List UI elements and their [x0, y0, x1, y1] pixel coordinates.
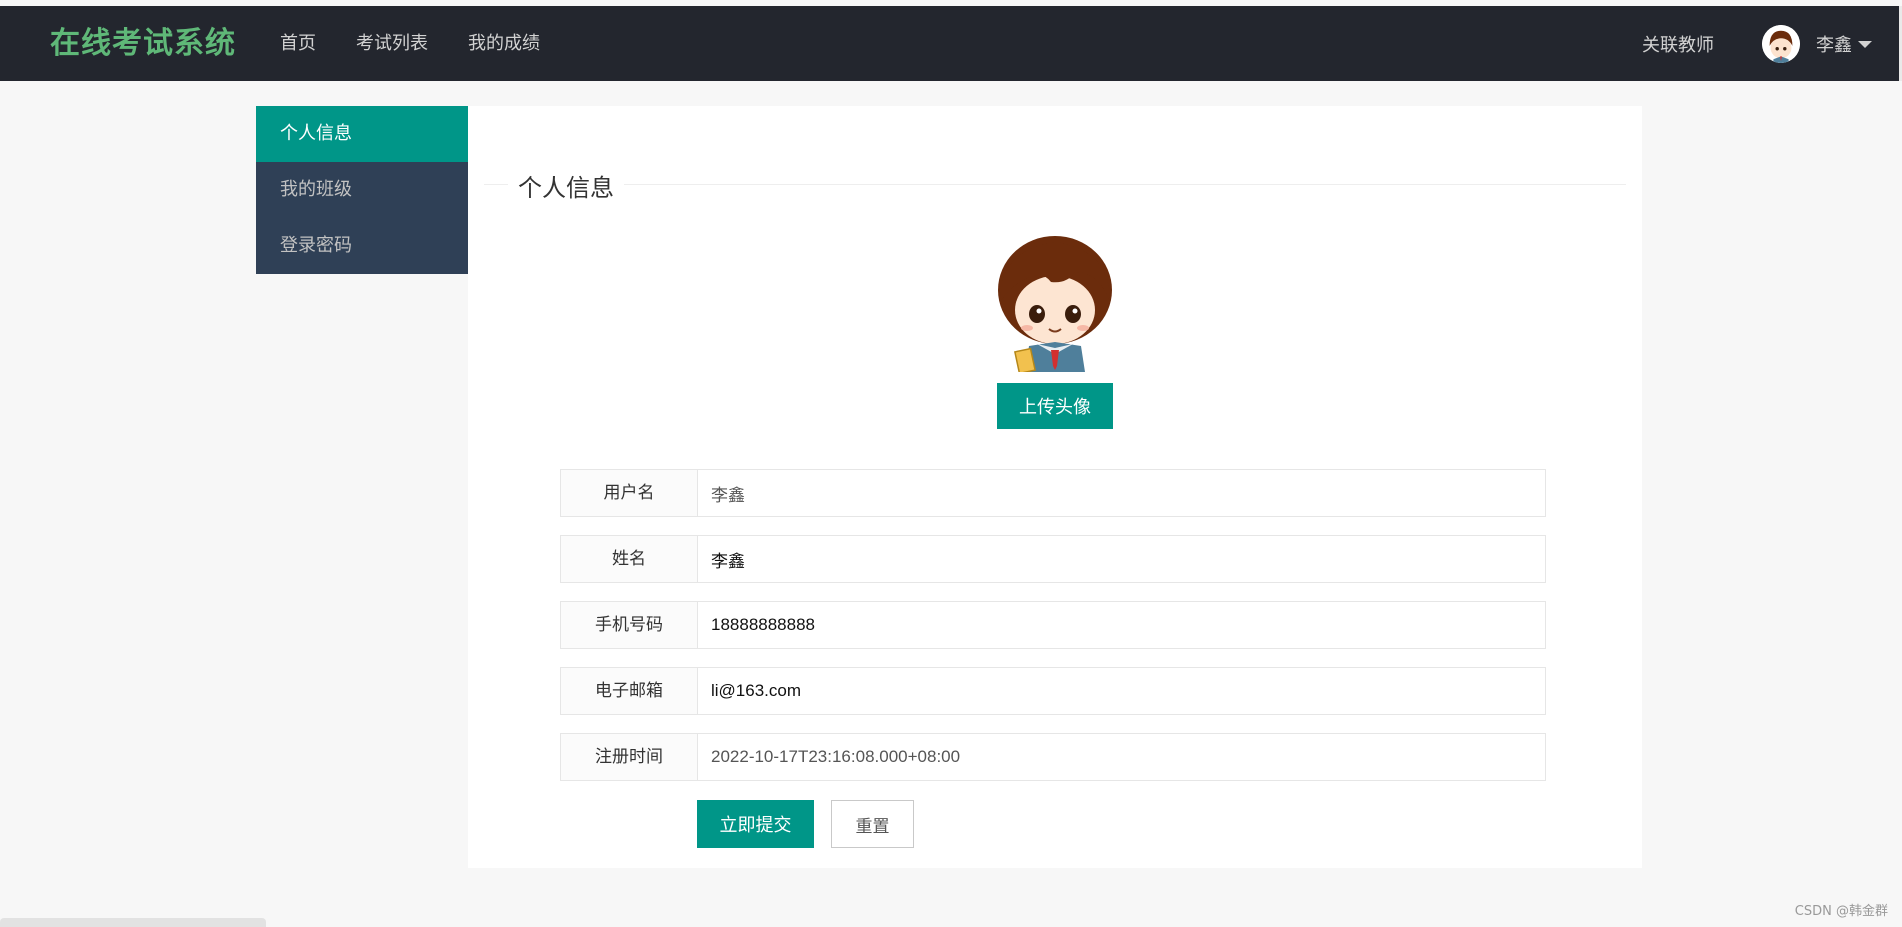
app-logo[interactable]: 在线考试系统	[50, 6, 236, 81]
profile-sidebar: 个人信息 我的班级 登录密码	[256, 106, 468, 274]
username-field[interactable]	[697, 469, 1546, 517]
user-menu[interactable]: 李鑫	[1762, 24, 1872, 63]
sidebar-item-login-password[interactable]: 登录密码	[256, 218, 468, 274]
nav-my-scores[interactable]: 我的成绩	[448, 6, 560, 81]
form-row-username: 用户名	[560, 469, 1546, 517]
watermark: CSDN @韩金群	[1794, 904, 1888, 919]
upload-avatar-button[interactable]: 上传头像	[997, 383, 1113, 429]
email-label: 电子邮箱	[560, 667, 697, 715]
register-time-label: 注册时间	[560, 733, 697, 781]
form-row-phone: 手机号码	[560, 601, 1546, 649]
form-row-register-time: 注册时间	[560, 733, 1546, 781]
link-teacher[interactable]: 关联教师	[1642, 31, 1714, 57]
section-title: 个人信息	[508, 168, 624, 203]
profile-card: 个人信息 上传头像 用户名 姓名	[468, 106, 1642, 868]
email-field[interactable]	[697, 667, 1546, 715]
top-navbar: 在线考试系统 首页 考试列表 我的成绩 关联教师 李鑫	[0, 6, 1902, 81]
reset-button[interactable]: 重置	[831, 800, 914, 848]
user-avatar-icon	[1762, 24, 1800, 63]
main-nav: 首页 考试列表 我的成绩	[260, 6, 560, 81]
header-right: 关联教师 李鑫	[1642, 6, 1872, 81]
form-row-email: 电子邮箱	[560, 667, 1546, 715]
horizontal-scrollbar[interactable]	[0, 918, 266, 927]
username-label: 用户名	[560, 469, 697, 517]
nav-home[interactable]: 首页	[260, 6, 336, 81]
sidebar-item-personal-info[interactable]: 个人信息	[256, 106, 468, 162]
form-row-name: 姓名	[560, 535, 1546, 583]
name-field[interactable]	[697, 535, 1546, 583]
sidebar-item-my-class[interactable]: 我的班级	[256, 162, 468, 218]
user-name: 李鑫	[1816, 34, 1852, 56]
phone-field[interactable]	[697, 601, 1546, 649]
nav-exam-list[interactable]: 考试列表	[336, 6, 448, 81]
chevron-down-icon	[1858, 41, 1872, 48]
register-time-field[interactable]	[697, 733, 1546, 781]
name-label: 姓名	[560, 535, 697, 583]
form-actions: 立即提交 重置	[697, 800, 914, 848]
profile-form: 用户名 姓名 手机号码 电子邮箱 注册时间	[560, 469, 1546, 799]
section-divider	[484, 184, 1626, 185]
phone-label: 手机号码	[560, 601, 697, 649]
submit-button[interactable]: 立即提交	[697, 800, 814, 848]
profile-avatar[interactable]	[995, 232, 1115, 372]
